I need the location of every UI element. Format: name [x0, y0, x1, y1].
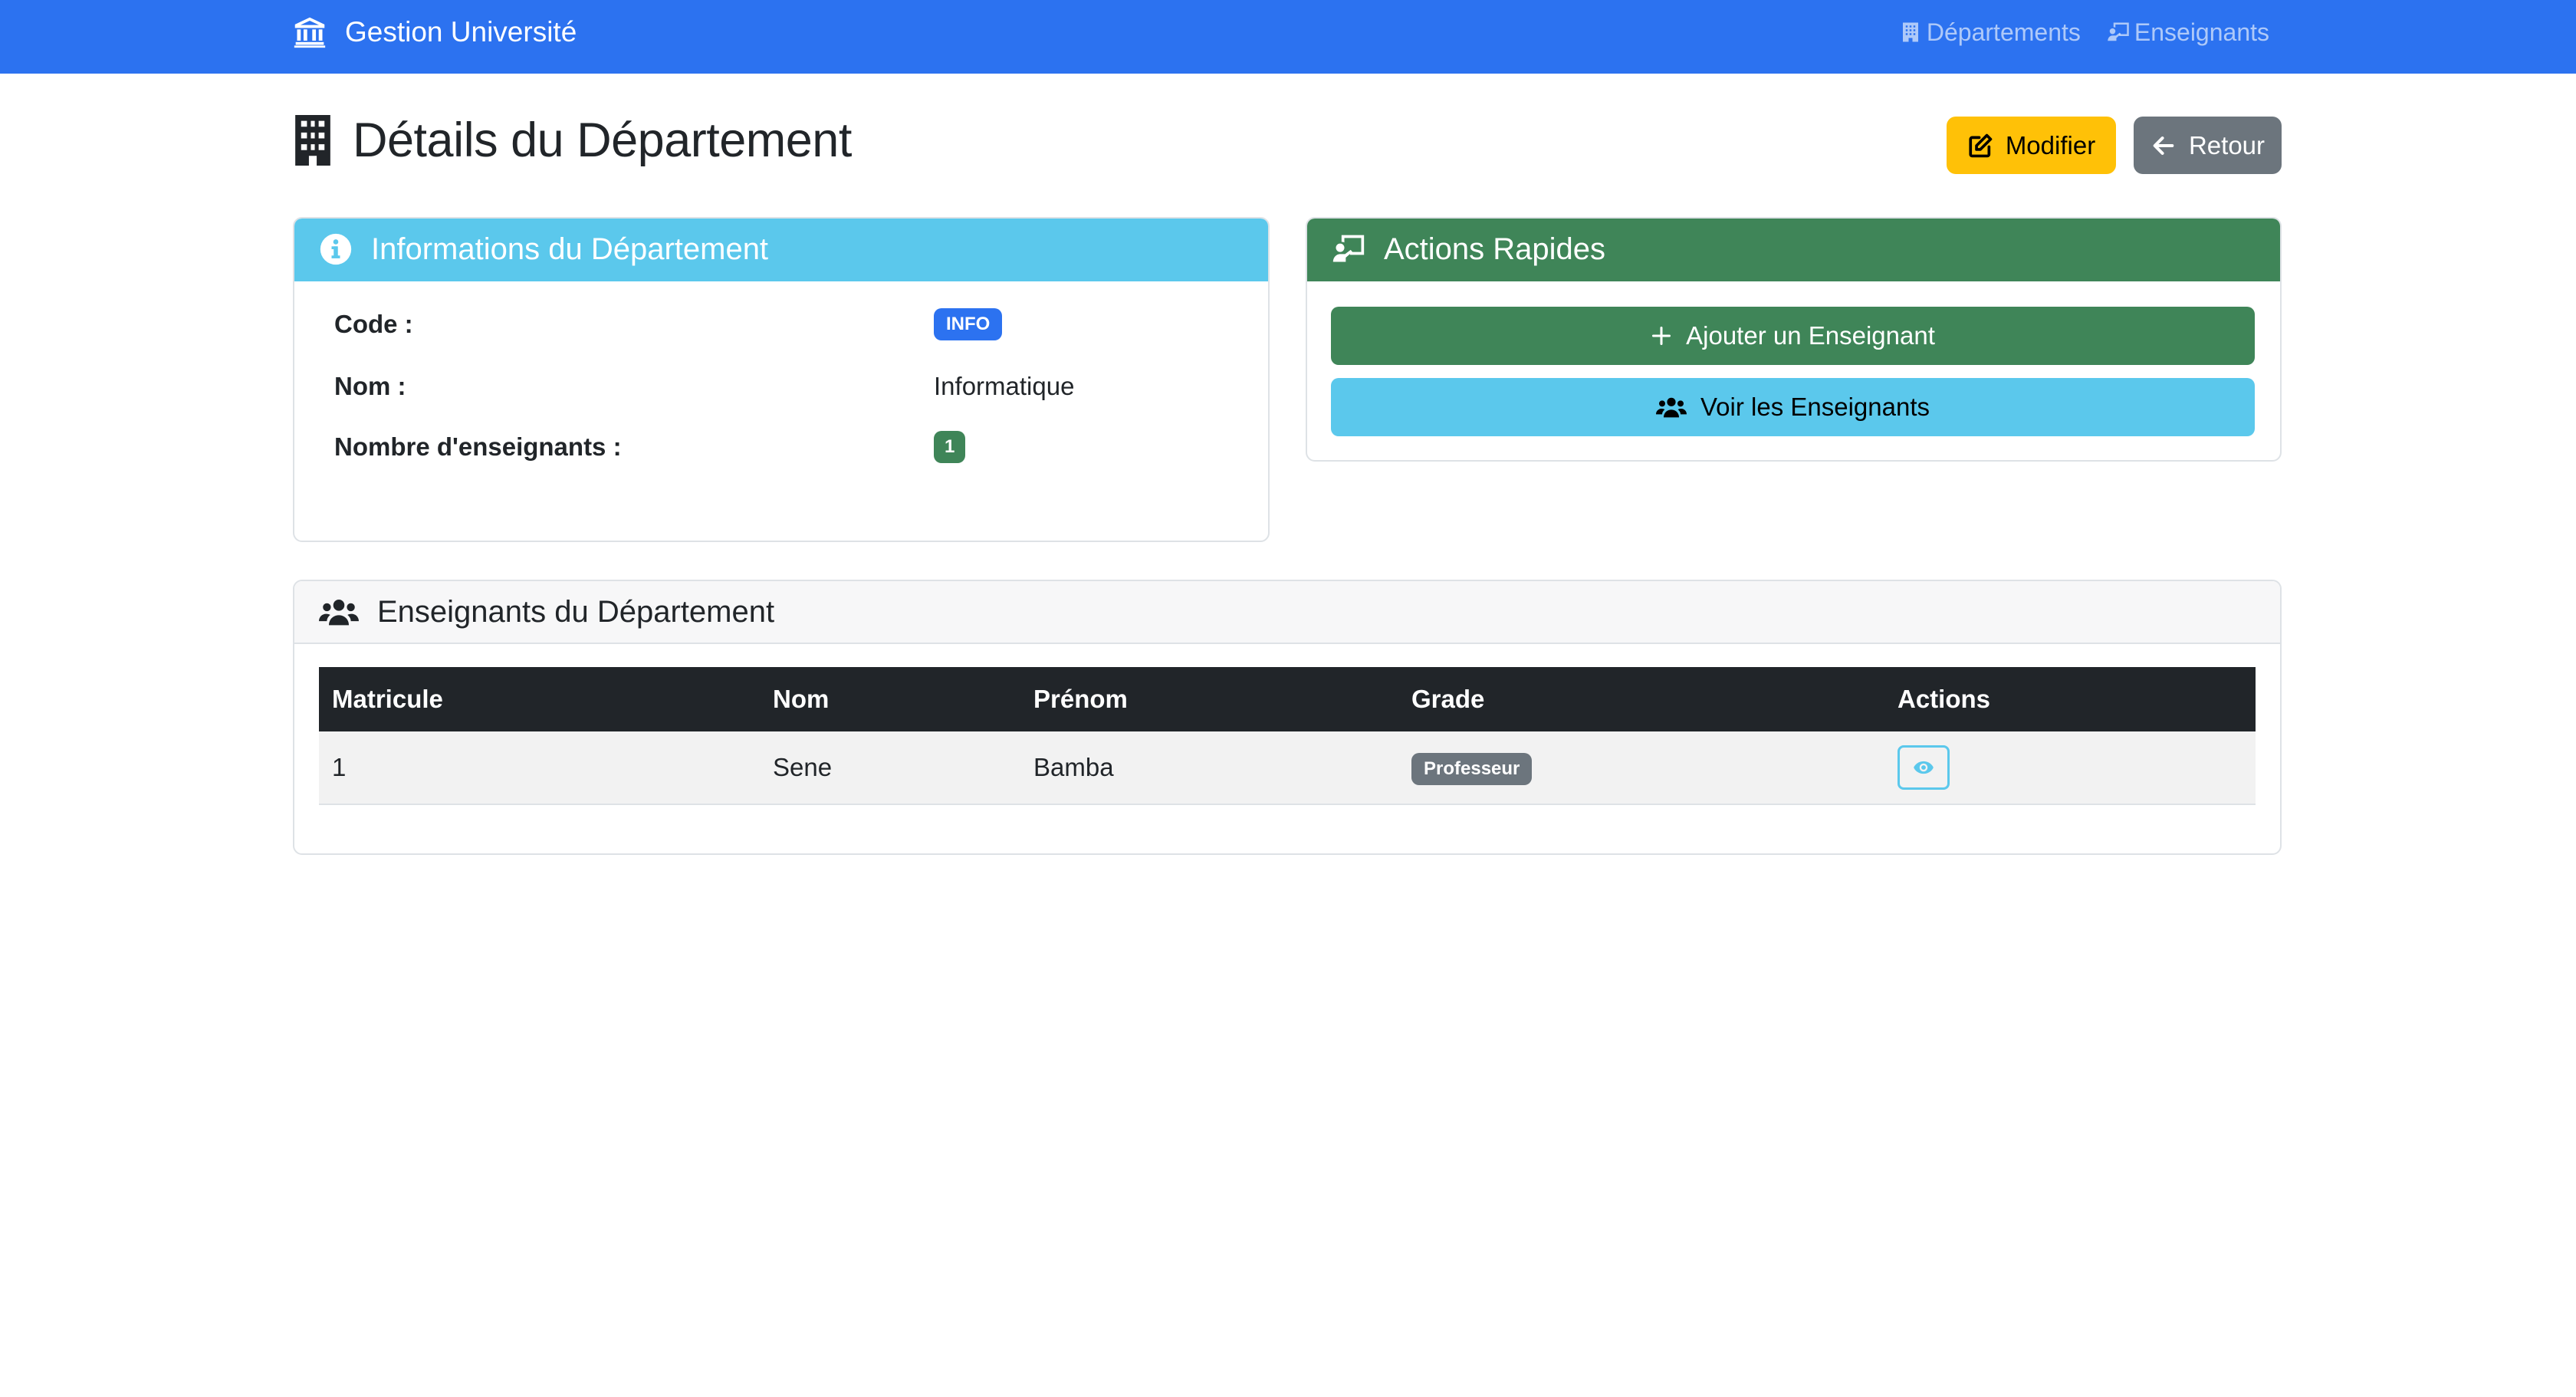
cell-matricule: 1 — [332, 753, 347, 781]
column-header-nom: Nom — [773, 685, 830, 713]
column-header-actions: Actions — [1898, 685, 1991, 713]
table-header: Matricule Nom Prénom Grade Actions — [319, 667, 2256, 731]
card-header: Enseignants du Département — [294, 581, 2280, 644]
add-teacher-button[interactable]: Ajouter un Enseignant — [1331, 307, 2255, 365]
card-title: Enseignants du Département — [377, 594, 775, 629]
building-icon — [293, 115, 333, 166]
edit-icon — [1969, 133, 1993, 157]
back-button[interactable]: Retour — [2134, 117, 2282, 174]
nav-link-label: Enseignants — [2134, 18, 2269, 46]
nav-link-departements[interactable]: Départements — [1899, 18, 2081, 47]
add-teacher-label: Ajouter un Enseignant — [1686, 321, 1935, 350]
count-badge: 1 — [934, 431, 966, 463]
view-teachers-label: Voir les Enseignants — [1700, 393, 1930, 421]
plus-icon — [1652, 326, 1671, 346]
brand-link[interactable]: Gestion Université — [293, 0, 577, 64]
table-row: 1 Sene Bamba Professeur — [319, 731, 2256, 805]
card-title: Informations du Département — [371, 232, 769, 266]
department-info-card: Informations du Département Code : INFO … — [293, 217, 1270, 542]
nav-link-label: Départements — [1926, 18, 2081, 46]
card-header: Informations du Département — [294, 219, 1268, 281]
grade-badge: Professeur — [1411, 753, 1533, 785]
info-value: INFO — [934, 308, 1003, 340]
users-icon — [319, 600, 359, 626]
cell-actions — [1898, 731, 1950, 804]
page-title: Détails du Département — [293, 113, 852, 167]
info-circle-icon — [320, 233, 352, 265]
info-label: Nombre d'enseignants : — [334, 432, 622, 461]
view-teachers-button[interactable]: Voir les Enseignants — [1331, 378, 2255, 436]
column-header-matricule: Matricule — [332, 685, 443, 713]
column-header-prenom: Prénom — [1033, 685, 1128, 713]
nav-links: Départements Enseignants — [1873, 0, 2269, 64]
view-teacher-button[interactable] — [1898, 745, 1950, 790]
university-icon — [293, 15, 327, 49]
nav-link-enseignants[interactable]: Enseignants — [2107, 18, 2269, 47]
cell-prenom: Bamba — [1033, 753, 1114, 781]
info-label: Nom : — [334, 372, 406, 400]
arrow-left-icon — [2153, 136, 2174, 155]
edit-button-label: Modifier — [2005, 130, 2096, 159]
quick-actions-card: Actions Rapides Ajouter un Enseignant Vo… — [1306, 217, 2282, 462]
info-value: Informatique — [934, 372, 1075, 400]
brand-title: Gestion Université — [345, 16, 577, 48]
card-header: Actions Rapides — [1307, 219, 2280, 281]
cell-grade: Professeur — [1411, 731, 1533, 804]
cell-nom: Sene — [773, 753, 833, 781]
code-badge: INFO — [934, 308, 1003, 340]
chalkboard-teacher-icon — [2108, 22, 2129, 41]
info-label: Code : — [334, 310, 413, 338]
info-value: 1 — [934, 431, 966, 463]
card-title: Actions Rapides — [1384, 232, 1606, 266]
navbar: Gestion Université Départements Enseigna… — [0, 0, 2576, 74]
back-button-label: Retour — [2188, 130, 2266, 159]
page-heading: Détails du Département — [353, 113, 852, 167]
building-icon — [1902, 22, 1918, 42]
users-icon — [1655, 397, 1687, 418]
chalkboard-teacher-icon — [1332, 235, 1365, 262]
eye-icon — [1914, 761, 1934, 774]
column-header-grade: Grade — [1411, 685, 1485, 713]
edit-button[interactable]: Modifier — [1947, 117, 2116, 174]
department-teachers-card: Enseignants du Département Matricule Nom… — [293, 580, 2282, 855]
teachers-table: Matricule Nom Prénom Grade Actions 1 Sen… — [319, 667, 2256, 805]
